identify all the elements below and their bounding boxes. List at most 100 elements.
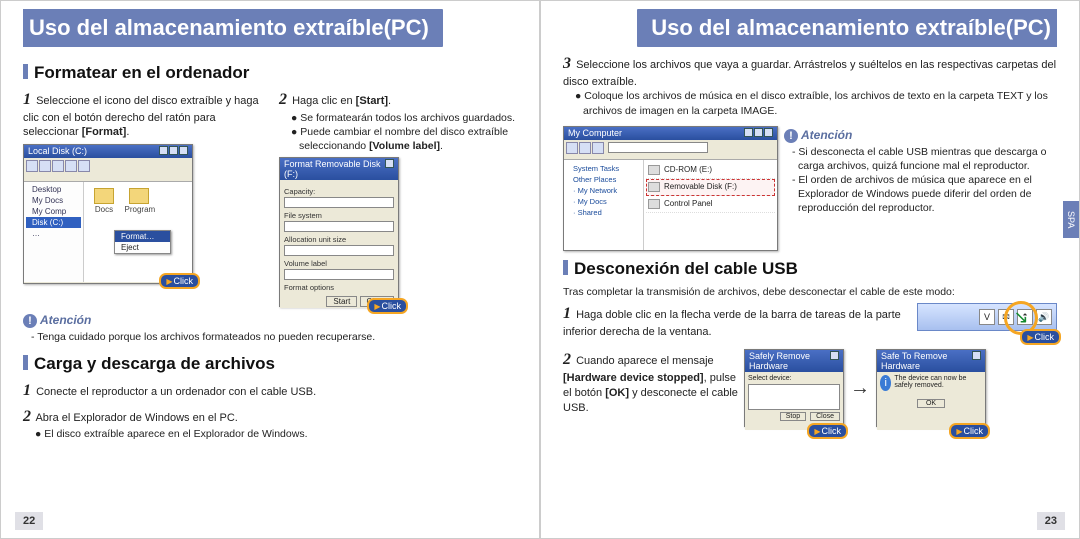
format-step-2: 2 Haga clic en [Start]. ● Se formatearán… (279, 89, 517, 307)
stopdlg2-titlebar: Safe To Remove Hardware (877, 350, 985, 372)
alloc-select[interactable] (284, 245, 394, 256)
explorer-titlebar: Local Disk (C:) (24, 145, 192, 158)
ctx-eject[interactable]: Eject (115, 242, 170, 253)
atencion-heading: !Atención (23, 313, 517, 328)
atencion-heading-2: !Atención (784, 128, 1057, 143)
device-list[interactable] (748, 384, 840, 410)
page-22-content: Formatear en el ordenador 1 Seleccione e… (1, 63, 539, 442)
start-button[interactable]: Start (326, 296, 357, 307)
page-title-left: Uso del almacenamiento extraíble(PC) (15, 9, 443, 47)
format-dialog-body: Capacity: File system Allocation unit si… (280, 180, 398, 308)
desconexion-step1-row: 1 Haga doble clic en la flecha verde de … (563, 303, 1057, 339)
close-button[interactable]: Close (810, 412, 840, 421)
step-number-2: 2 (279, 91, 287, 108)
format-step1-text: 1 Seleccione el icono del disco extraíbl… (23, 89, 261, 140)
volume-input[interactable] (284, 269, 394, 280)
cont-bullet1: ● Coloque los archivos de música en el d… (575, 89, 1057, 117)
format-step2-bullet1: ● Se formatearán todos los archivos guar… (291, 111, 517, 125)
click-badge: Click (1020, 329, 1061, 345)
window-controls (971, 351, 981, 371)
label-filesystem: File system (284, 211, 394, 220)
step-number-1: 1 (23, 91, 31, 108)
carga-step2-body: Abra el Explorador de Windows en el PC. (35, 412, 237, 424)
explorer2-body: System TasksOther Places· My Network· My… (564, 160, 777, 250)
heading-formatear: Formatear en el ordenador (23, 63, 517, 83)
carga-step2: 2 Abra el Explorador de Windows en el PC… (23, 406, 517, 428)
click-badge: Click (367, 298, 408, 314)
explorer-toolbar (24, 158, 192, 182)
heading-desconexion: Desconexión del cable USB (563, 259, 1057, 279)
click-badge: Click (807, 423, 848, 439)
tray-icon[interactable]: 🔊 (1036, 309, 1052, 325)
drive-icon (648, 165, 660, 175)
desconexion-step2: 2 Cuando aparece el mensaje [Hardware de… (563, 349, 738, 415)
page-number-23: 23 (1037, 512, 1065, 530)
stopdlg-wrapper: Safely Remove Hardware Select device: St… (744, 349, 844, 427)
atencion-line: - Tenga cuidado porque los archivos form… (31, 330, 517, 344)
exclamation-icon: ! (23, 314, 37, 328)
desconexion-intro: Tras completar la transmisión de archivo… (563, 285, 1057, 299)
list-item[interactable]: CD-ROM (E:) (646, 162, 775, 179)
format-step2-after: . (388, 95, 391, 107)
address-bar[interactable] (608, 142, 708, 153)
cont-step3: 3 Seleccione los archivos que vaya a gua… (563, 53, 1057, 89)
stopdlg2-message: The device can now be safely removed. (894, 375, 982, 391)
tray-wrapper: V ✉ ⇡ 🔊 ↘ Click (917, 303, 1057, 331)
page-23: Uso del almacenamiento extraíble(PC) 3 S… (540, 0, 1080, 539)
explorer2-title: My Computer (568, 128, 622, 139)
explorer-title-text: Local Disk (C:) (28, 146, 87, 157)
format-step1-bold: [Format] (82, 126, 127, 138)
stopdlg-body: Select device: Stop Close (745, 372, 843, 430)
safely-remove-dialog: Safely Remove Hardware Select device: St… (744, 349, 844, 427)
arrow-right-icon: → (850, 377, 870, 400)
tray-icon[interactable]: V (979, 309, 995, 325)
click-badge: Click (949, 423, 990, 439)
explorer2-titlebar: My Computer (564, 127, 777, 140)
explorer2-sidepanel: System TasksOther Places· My Network· My… (564, 160, 644, 250)
click-badge: Click (159, 273, 200, 289)
list-item[interactable]: Control Panel (646, 196, 775, 213)
label-options: Format options (284, 283, 394, 292)
page-22: Uso del almacenamiento extraíble(PC) For… (0, 0, 540, 539)
window-controls (743, 128, 773, 139)
capacity-select[interactable] (284, 197, 394, 208)
format-step1-after: . (126, 126, 129, 138)
desconexion-step1-body: Haga doble clic en la flecha verde de la… (563, 309, 901, 338)
carga-step2-bullet: ● El disco extraíble aparece en el Explo… (35, 427, 517, 441)
format-step2-bullet2: ● Puede cambiar el nombre del disco extr… (291, 125, 517, 153)
format-step2-text: 2 Haga clic en [Start]. (279, 89, 517, 111)
explorer2-fileslist: CD-ROM (E:) Removable Disk (F:) Control … (644, 160, 777, 250)
format-step2-body: Haga clic en (292, 95, 356, 107)
page-number-22: 22 (15, 512, 43, 530)
step-number-1: 1 (563, 305, 571, 322)
window-controls (829, 351, 839, 371)
format-step-1: 1 Seleccione el icono del disco extraíbl… (23, 89, 261, 307)
format-dialog-titlebar: Format Removable Disk (F:) (280, 158, 398, 180)
stop-button[interactable]: Stop (780, 412, 806, 421)
page-23-content: 3 Seleccione los archivos que vaya a gua… (541, 53, 1079, 427)
safe-to-remove-dialog: Safe To Remove Hardware i The device can… (876, 349, 986, 427)
format-steps-row: 1 Seleccione el icono del disco extraíbl… (23, 89, 517, 307)
stopdlg2-wrapper: Safe To Remove Hardware i The device can… (876, 349, 986, 427)
drive-icon (648, 182, 660, 192)
exclamation-icon: ! (784, 129, 798, 143)
label-capacity: Capacity: (284, 187, 394, 196)
heading-bar-icon (23, 355, 28, 370)
ctx-format[interactable]: Format… (115, 231, 170, 242)
atencion-line-1: - Si desconecta el cable USB mientras qu… (792, 145, 1057, 173)
ok-button[interactable]: OK (917, 399, 945, 408)
label-alloc: Allocation unit size (284, 235, 394, 244)
context-menu: Format… Eject (114, 230, 171, 254)
drive-icon (648, 199, 660, 209)
window-controls (384, 159, 394, 179)
explorer2-window: My Computer System TasksOther Places· My… (563, 126, 778, 251)
carga-step1-body: Conecte el reproductor a un ordenador co… (36, 386, 316, 398)
heading-carga-text: Carga y descarga de archivos (34, 354, 275, 373)
atencion-line-2: - El orden de archivos de música que apa… (792, 173, 1057, 216)
desconexion-step2-row: 2 Cuando aparece el mensaje [Hardware de… (563, 349, 1057, 427)
side-tab-spa: SPA (1063, 201, 1079, 238)
filesystem-select[interactable] (284, 221, 394, 232)
list-item-removable[interactable]: Removable Disk (F:) (646, 179, 775, 196)
heading-bar-icon (563, 260, 568, 275)
cont-step3-body: Seleccione los archivos que vaya a guard… (563, 59, 1056, 88)
